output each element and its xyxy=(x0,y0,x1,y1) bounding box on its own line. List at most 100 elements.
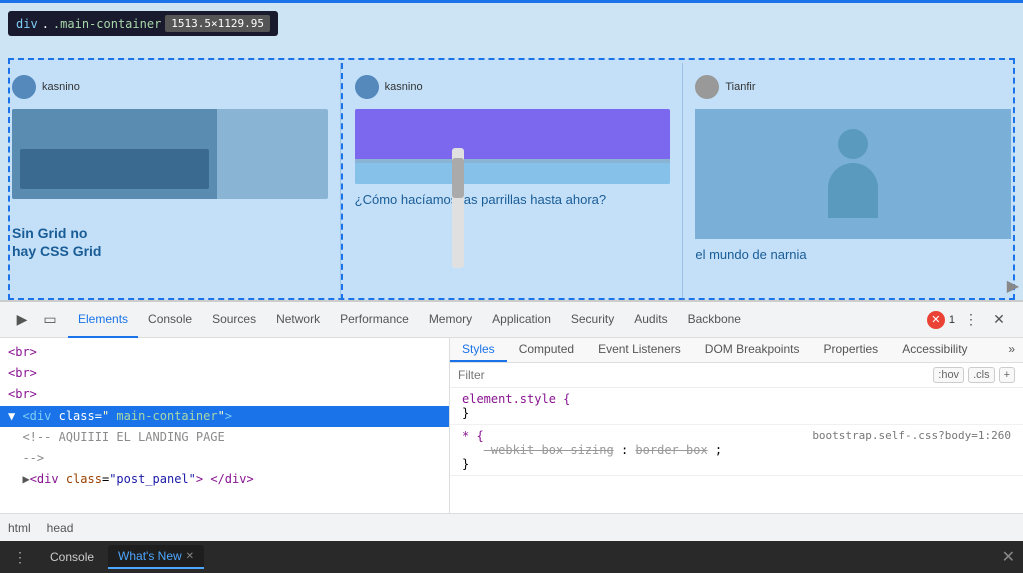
style-tab-styles[interactable]: Styles xyxy=(450,338,507,362)
card-2-user: kasnino xyxy=(355,75,671,99)
card-2-avatar xyxy=(355,75,379,99)
silhouette-body xyxy=(828,163,878,218)
card-3-silhouette xyxy=(695,109,1011,239)
error-count: 1 xyxy=(949,314,955,326)
css-semicolon: ; xyxy=(715,443,722,457)
tab-audits[interactable]: Audits xyxy=(624,302,677,338)
tooltip-class: .main-container xyxy=(53,17,161,31)
card-2: kasnino ¿Cómo hacíamos las parrillas has… xyxy=(341,63,684,300)
card-2-thumb-purple xyxy=(355,109,671,159)
card-1-thumb xyxy=(12,109,328,199)
tab-console[interactable]: Console xyxy=(138,302,202,338)
avatar-img-1 xyxy=(12,75,36,99)
element-tooltip: div..main-container 1513.5×1129.95 xyxy=(8,11,278,36)
css-colon: : xyxy=(621,443,635,457)
tab-security[interactable]: Security xyxy=(561,302,624,338)
bottom-tabs-bar: ⋮ Console What's New ✕ ✕ xyxy=(0,541,1023,573)
elem-br-3: <br> xyxy=(0,384,449,405)
style-tab-properties[interactable]: Properties xyxy=(811,338,890,362)
filter-cls-btn[interactable]: .cls xyxy=(968,367,995,383)
bottom-tab-console[interactable]: Console xyxy=(40,546,104,568)
card-1: kasnino Sin Grid nohay CSS Grid xyxy=(0,63,341,300)
filter-add-btn[interactable]: + xyxy=(999,367,1015,383)
card-1-username: kasnino xyxy=(42,81,80,93)
devtools-left-icons: ▶ ▭ xyxy=(4,308,68,332)
bottom-whatsnew-close[interactable]: ✕ xyxy=(186,551,194,562)
error-badge: ✕ xyxy=(927,311,945,329)
filter-hov-btn[interactable]: :hov xyxy=(933,367,964,383)
close-devtools-icon[interactable]: ✕ xyxy=(987,308,1011,332)
card-3-avatar xyxy=(695,75,719,99)
bottom-tab-whatsnew[interactable]: What's New ✕ xyxy=(108,545,204,569)
css-file-ref[interactable]: bootstrap.self-.css?body=1:260 xyxy=(812,429,1011,442)
webpage-preview: div..main-container 1513.5×1129.95 kasni… xyxy=(0,3,1023,301)
elem-br-2: <br> xyxy=(0,363,449,384)
silhouette xyxy=(823,129,883,219)
css-rule-element-style: element.style { } xyxy=(450,388,1023,425)
tab-backbone[interactable]: Backbone xyxy=(678,302,751,338)
tooltip-size: 1513.5×1129.95 xyxy=(165,15,270,32)
avatar-img-2 xyxy=(355,75,379,99)
elem-comment-1: <!-- AQUIIII EL LANDING PAGE xyxy=(0,427,449,448)
breadcrumb-head[interactable]: head xyxy=(47,521,74,535)
css-selector-universal: * { xyxy=(462,429,484,443)
more-options-icon[interactable]: ⋮ xyxy=(959,308,983,332)
card-2-username: kasnino xyxy=(385,81,423,93)
elem-main-container[interactable]: ▼ <div class=" main-container"> xyxy=(0,406,449,427)
elem-comment-2: --> xyxy=(0,448,449,469)
css-prop-webkit: -webkit-box-sizing xyxy=(484,443,614,457)
bottom-menu-icon[interactable]: ⋮ xyxy=(8,545,32,569)
styles-more-icon[interactable]: » xyxy=(1000,338,1023,362)
style-tab-dom-breakpoints[interactable]: DOM Breakpoints xyxy=(693,338,812,362)
tab-memory[interactable]: Memory xyxy=(419,302,482,338)
elem-br-1: <br> xyxy=(0,342,449,363)
style-tab-accessibility[interactable]: Accessibility xyxy=(890,338,979,362)
tab-performance[interactable]: Performance xyxy=(330,302,419,338)
device-icon[interactable]: ▭ xyxy=(38,308,62,332)
filter-right: :hov .cls + xyxy=(933,367,1015,383)
main-area: div..main-container 1513.5×1129.95 kasni… xyxy=(0,3,1023,573)
elements-panel[interactable]: <br> <br> <br> ▼ <div class=" main-conta… xyxy=(0,338,450,513)
devtools-panel: ▶ ▭ Elements Console Sources Network Per… xyxy=(0,301,1023,541)
tooltip-tag: div xyxy=(16,17,38,31)
style-tab-computed[interactable]: Computed xyxy=(507,338,586,362)
cards-container: kasnino Sin Grid nohay CSS Grid kasnino xyxy=(0,63,1023,300)
elem-post-panel[interactable]: ▶<div class="post_panel"> </div> xyxy=(0,469,449,490)
bottom-left-icons: ⋮ xyxy=(8,545,32,569)
card-2-thumb-photo xyxy=(355,163,671,184)
breadcrumb-html[interactable]: html xyxy=(8,521,31,535)
css-rule-universal: bootstrap.self-.css?body=1:260 * { -webk… xyxy=(450,425,1023,476)
card-1-avatar xyxy=(12,75,36,99)
card-3-username: Tianfir xyxy=(725,81,755,93)
styles-panel: Styles Computed Event Listeners DOM Brea… xyxy=(450,338,1023,513)
card-3: Tianfir el mundo de narnia xyxy=(683,63,1023,300)
tab-elements[interactable]: Elements xyxy=(68,302,138,338)
bottom-close-all[interactable]: ✕ xyxy=(1002,547,1015,567)
card-2-thumb xyxy=(355,109,671,184)
tab-sources[interactable]: Sources xyxy=(202,302,266,338)
css-selector-element: element.style { xyxy=(462,392,570,406)
error-icon: ✕ xyxy=(931,313,940,326)
styles-tabs: Styles Computed Event Listeners DOM Brea… xyxy=(450,338,1023,363)
style-tab-event-listeners[interactable]: Event Listeners xyxy=(586,338,693,362)
card-3-user: Tianfir xyxy=(695,75,1011,99)
card-1-thumb-inner xyxy=(12,109,217,199)
tab-application[interactable]: Application xyxy=(482,302,561,338)
css-rule-closing-2: } xyxy=(462,457,469,471)
bottom-console-label: Console xyxy=(50,550,94,564)
silhouette-head xyxy=(838,129,868,159)
css-rule-closing-1: } xyxy=(462,406,469,420)
card-1-text: Sin Grid nohay CSS Grid xyxy=(12,224,101,260)
devtools-breadcrumb-bar: html head xyxy=(0,513,1023,541)
scroll-right-arrow[interactable]: ▶ xyxy=(1007,276,1019,296)
filter-input[interactable] xyxy=(458,368,929,382)
css-value-border-box: border-box xyxy=(635,443,707,457)
filter-bar: :hov .cls + xyxy=(450,363,1023,388)
devtools-right-controls: ✕ 1 ⋮ ✕ xyxy=(927,308,1019,332)
card-1-user: kasnino xyxy=(12,75,328,99)
inspect-icon[interactable]: ▶ xyxy=(10,308,34,332)
tab-network[interactable]: Network xyxy=(266,302,330,338)
card-3-title: el mundo de narnia xyxy=(695,247,1011,264)
devtools-body: <br> <br> <br> ▼ <div class=" main-conta… xyxy=(0,338,1023,513)
bottom-whatsnew-label: What's New xyxy=(118,549,182,563)
